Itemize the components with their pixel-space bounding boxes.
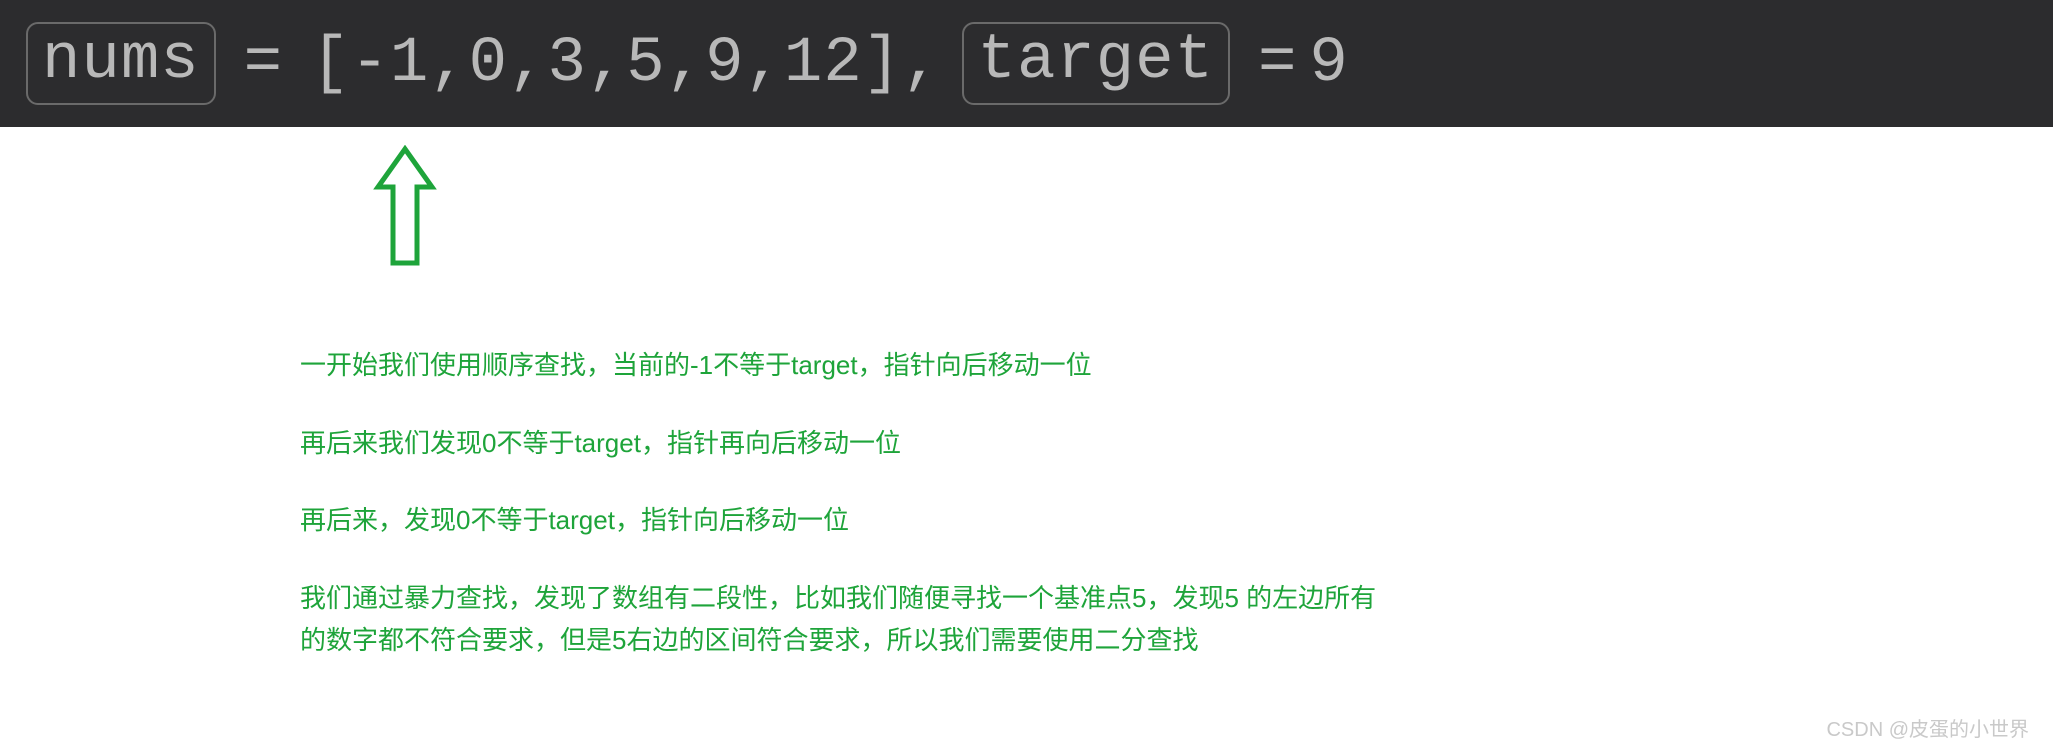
watermark-text: CSDN @皮蛋的小世界 [1826, 713, 2029, 742]
equals-sign-2: = [1258, 28, 1297, 100]
up-arrow-icon [370, 145, 440, 275]
explain-line-1: 一开始我们使用顺序查找，当前的-1不等于target，指针向后移动一位 [300, 345, 1400, 387]
variable-nums-box: nums [26, 22, 216, 105]
variable-target-box: target [962, 22, 1230, 105]
pointer-arrow-holder [0, 145, 2053, 285]
comma-separator: , [902, 28, 941, 100]
code-expression-bar: nums = [-1,0,3,5,9,12] , target = 9 [0, 0, 2053, 127]
explain-line-2: 再后来我们发现0不等于target，指针再向后移动一位 [300, 423, 1400, 465]
target-value: 9 [1309, 28, 1348, 100]
array-literal: [-1,0,3,5,9,12] [311, 28, 902, 100]
equals-sign-1: = [244, 28, 283, 100]
explanation-block: 一开始我们使用顺序查找，当前的-1不等于target，指针向后移动一位 再后来我… [300, 345, 1400, 661]
explain-line-3: 再后来，发现0不等于target，指针向后移动一位 [300, 500, 1400, 542]
explain-line-4: 我们通过暴力查找，发现了数组有二段性，比如我们随便寻找一个基准点5，发现5 的左… [300, 578, 1400, 661]
